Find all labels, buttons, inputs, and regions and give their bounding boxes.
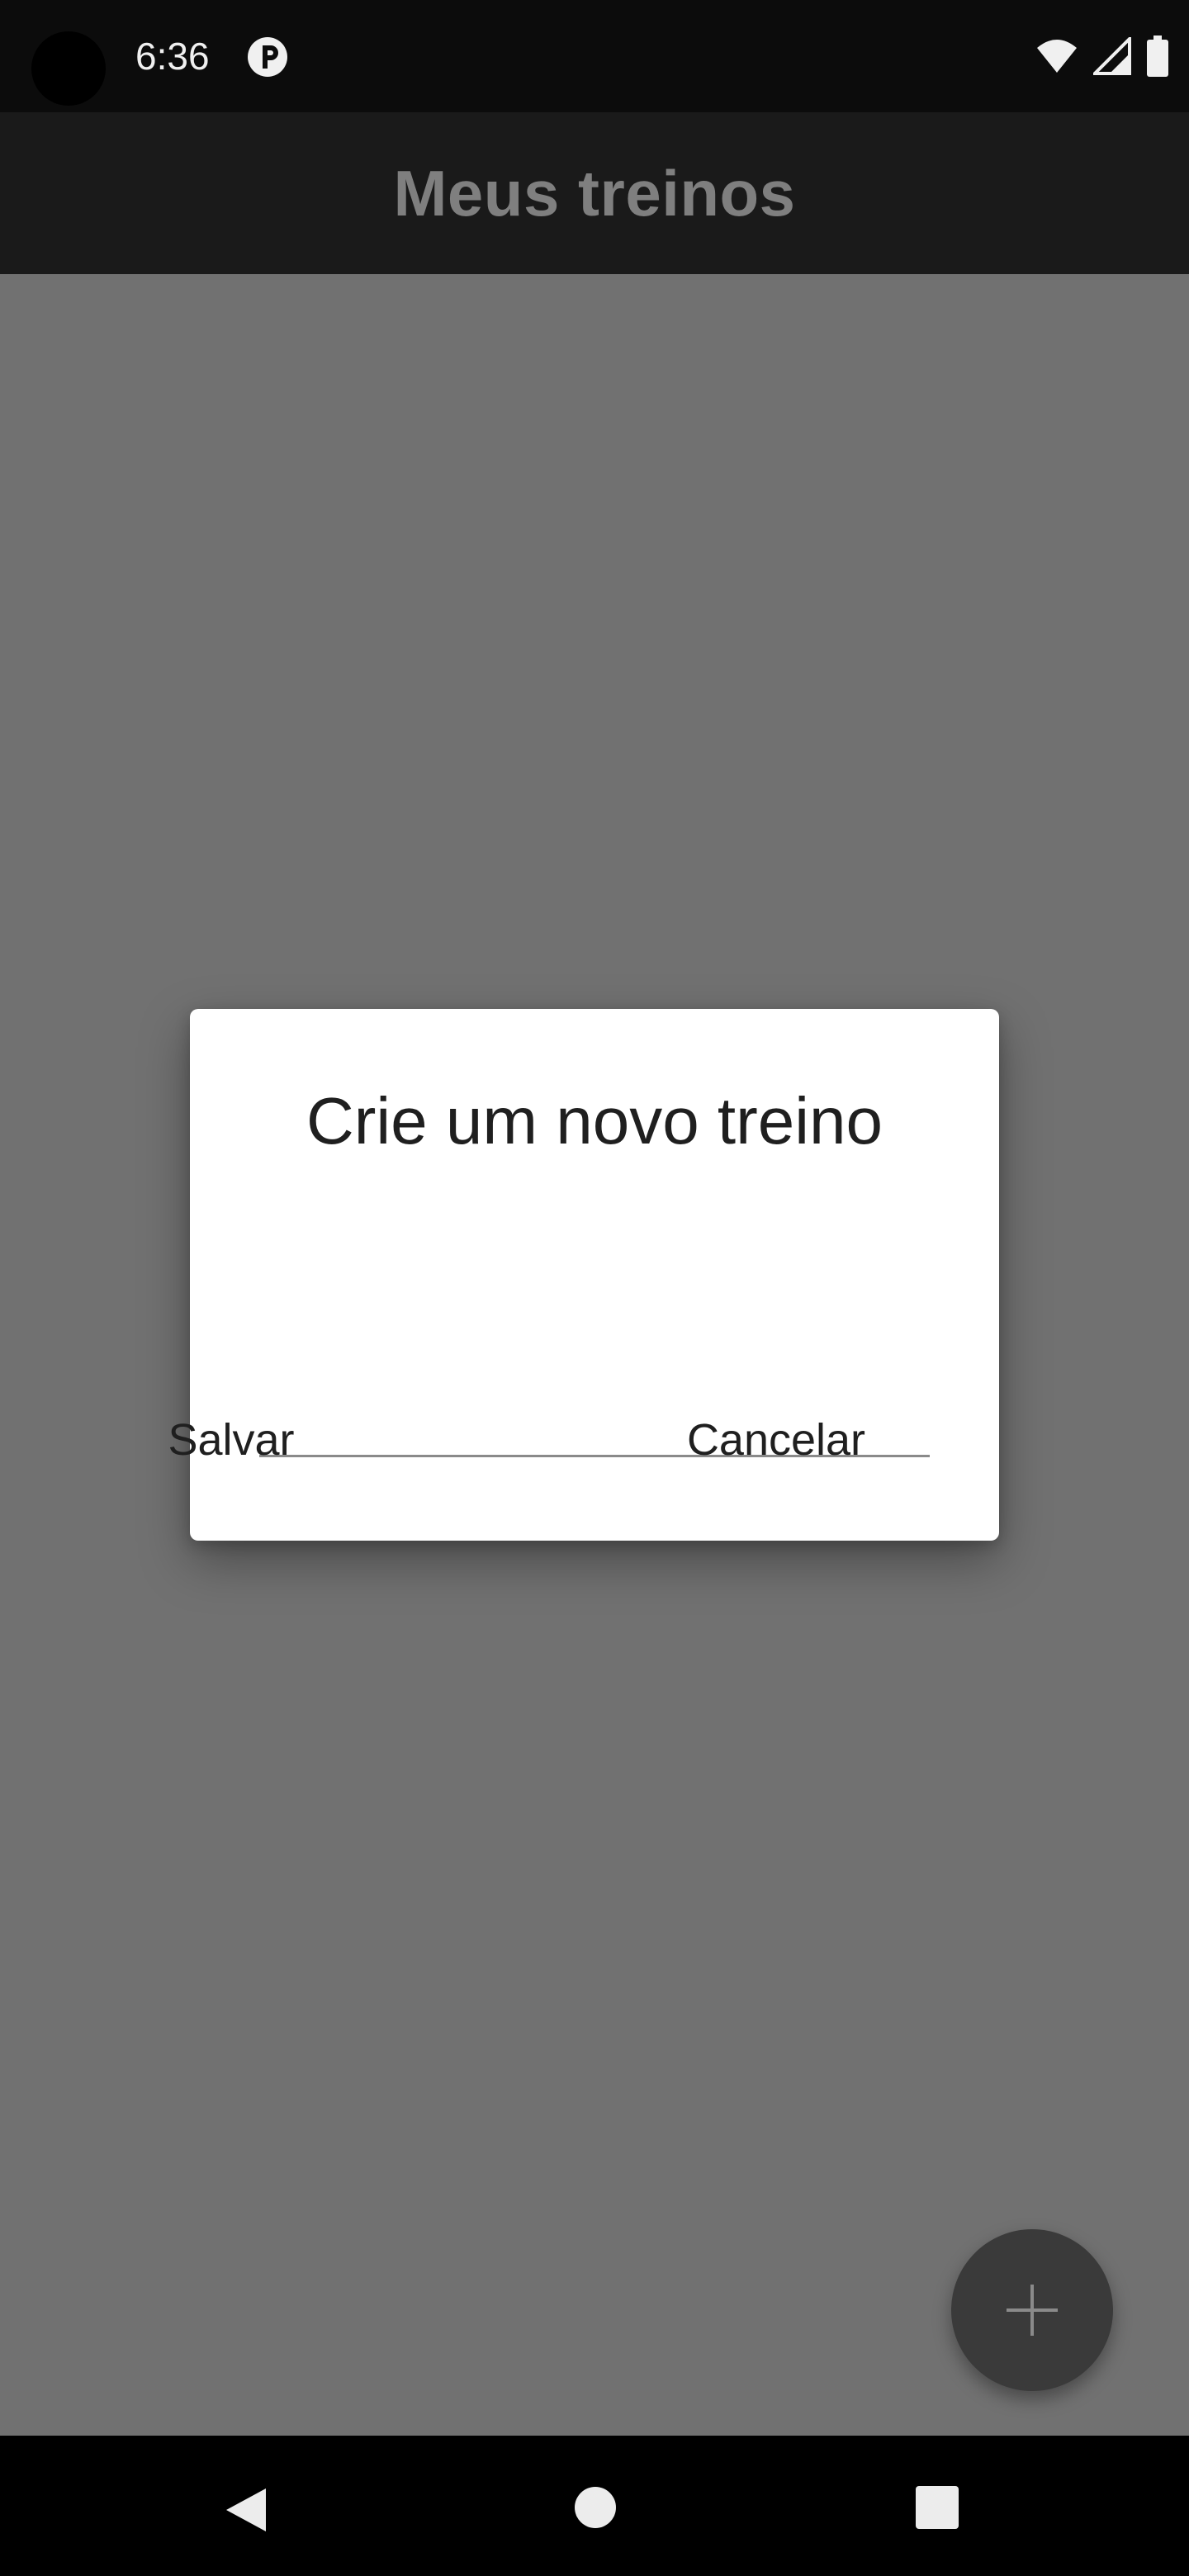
status-icons <box>1035 33 1169 79</box>
cancel-button[interactable]: Cancelar <box>636 1394 917 1486</box>
home-icon[interactable] <box>573 2485 618 2530</box>
back-icon[interactable] <box>223 2485 269 2535</box>
dialog-title: Crie um novo treino <box>306 1084 883 1158</box>
add-workout-fab[interactable] <box>951 2229 1113 2391</box>
recents-icon[interactable] <box>915 2485 959 2530</box>
camera-cutout <box>31 31 106 106</box>
app-bar: Meus treinos <box>0 112 1189 274</box>
signal-icon <box>1093 37 1131 75</box>
wifi-icon <box>1037 40 1077 73</box>
app-notification-icon <box>248 37 287 77</box>
status-bar: 6:36 <box>0 0 1189 112</box>
page-title: Meus treinos <box>393 156 796 230</box>
plus-icon <box>1007 2285 1058 2336</box>
battery-icon <box>1147 36 1168 77</box>
screen: 6:36 Meus treinos Crie um novo treino Sa… <box>0 0 1189 2576</box>
status-time: 6:36 <box>135 35 210 78</box>
save-button[interactable]: Salvar <box>124 1394 339 1486</box>
